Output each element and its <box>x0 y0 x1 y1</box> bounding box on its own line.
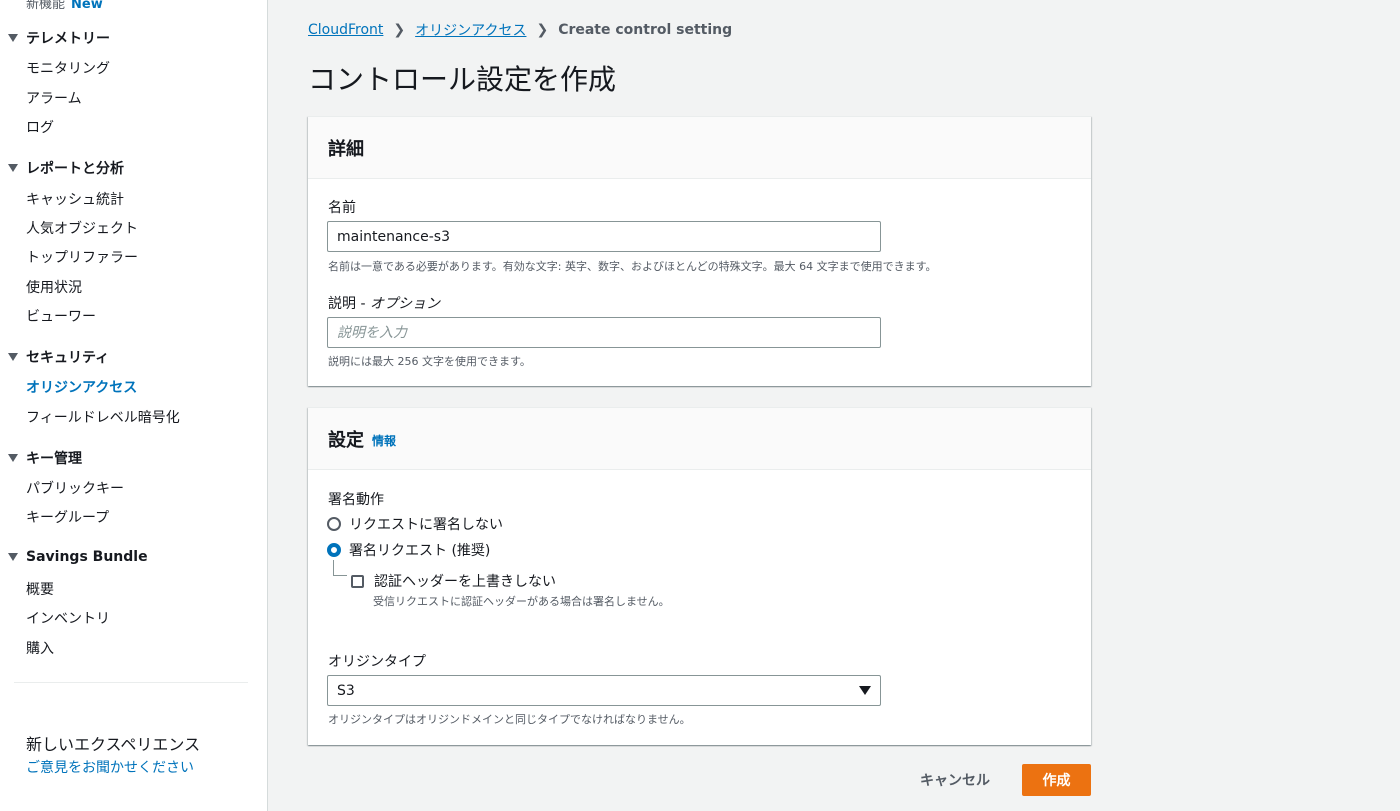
page-title: コントロール設定を作成 <box>308 63 617 96</box>
signing-behavior-label: 署名動作 <box>328 492 384 508</box>
radio-do-not-sign[interactable]: リクエストに署名しない <box>327 514 503 534</box>
details-panel-title: 詳細 <box>328 138 364 160</box>
breadcrumb-current: Create control setting <box>558 22 733 38</box>
settings-panel: 設定 情報 署名動作 リクエストに署名しない 署名リクエスト (推奨) 認証ヘッ… <box>308 407 1091 745</box>
sidebar-item-origin-access[interactable]: オリジンアクセス <box>26 377 137 397</box>
sidebar-item-monitoring[interactable]: モニタリング <box>26 58 110 78</box>
sidebar-item-logs[interactable]: ログ <box>26 117 54 137</box>
name-hint: 名前は一意である必要があります。有効な文字: 英字、数字、およびほとんどの特殊文… <box>328 260 937 273</box>
radio-label: 署名リクエスト (推奨) <box>349 543 491 559</box>
create-button[interactable]: 作成 <box>1022 764 1091 796</box>
sidebar-item-viewers[interactable]: ビューワー <box>26 306 96 326</box>
sidebar-divider <box>14 682 248 683</box>
section-title: レポートと分析 <box>26 161 124 177</box>
optional-label: オプション <box>369 296 440 312</box>
details-panel-header: 詳細 <box>308 117 1091 179</box>
section-security[interactable]: セキュリティ <box>8 347 109 367</box>
sidebar-item-alarms[interactable]: アラーム <box>26 88 82 108</box>
sidebar-item-purchase[interactable]: 購入 <box>26 638 54 658</box>
checkbox-hint: 受信リクエストに認証ヘッダーがある場合は署名しません。 <box>373 595 670 608</box>
caret-down-icon <box>8 553 18 561</box>
feedback-link[interactable]: ご意見をお聞かせください <box>26 757 194 777</box>
section-title: キー管理 <box>26 451 82 467</box>
name-label: 名前 <box>328 200 356 216</box>
new-experience-title: 新しいエクスペリエンス <box>26 735 201 754</box>
caret-down-icon <box>859 686 871 695</box>
section-title: テレメトリー <box>26 31 110 47</box>
origin-type-label: オリジンタイプ <box>328 654 426 670</box>
chevron-right-icon: ❯ <box>393 22 406 38</box>
radio-button-selected[interactable] <box>327 543 341 557</box>
radio-label: リクエストに署名しない <box>349 517 503 533</box>
checkbox-label: 認証ヘッダーを上書きしない <box>374 574 556 590</box>
description-input[interactable] <box>327 317 881 348</box>
sidebar-item-overview[interactable]: 概要 <box>26 579 54 599</box>
radio-button[interactable] <box>327 517 341 531</box>
nested-option-connector <box>333 560 347 576</box>
sidebar-item-inventory[interactable]: インベントリ <box>26 608 110 628</box>
sidebar-item-public-keys[interactable]: パブリックキー <box>26 478 124 498</box>
sidebar-item-field-level-encryption[interactable]: フィールドレベル暗号化 <box>26 407 180 427</box>
sidebar-item-top-referrers[interactable]: トップリファラー <box>26 247 138 267</box>
new-badge: New <box>71 0 103 12</box>
do-not-override-auth-header-option[interactable]: 認証ヘッダーを上書きしない <box>351 571 556 591</box>
cancel-button[interactable]: キャンセル <box>908 764 1002 796</box>
sidebar-item-popular-objects[interactable]: 人気オブジェクト <box>26 218 138 238</box>
whats-new-label: 新機能 <box>26 0 66 12</box>
sidebar-nav: 新機能 New テレメトリー モニタリング アラーム ログ レポートと分析 キャッ… <box>0 0 268 811</box>
settings-panel-title: 設定 <box>328 429 364 451</box>
section-reports[interactable]: レポートと分析 <box>8 158 124 178</box>
section-title: セキュリティ <box>26 350 110 366</box>
section-telemetry[interactable]: テレメトリー <box>8 28 110 48</box>
radio-sign-requests[interactable]: 署名リクエスト (推奨) <box>327 540 490 560</box>
caret-down-icon <box>8 34 18 42</box>
description-label-text: 説明 - <box>328 296 370 312</box>
origin-type-select[interactable]: S3 <box>327 675 881 706</box>
settings-panel-header: 設定 情報 <box>308 408 1091 470</box>
sidebar-whats-new[interactable]: 新機能 New <box>26 0 103 12</box>
sidebar-item-usage[interactable]: 使用状況 <box>26 277 82 297</box>
section-title: Savings Bundle <box>26 549 148 565</box>
section-savings-bundle[interactable]: Savings Bundle <box>8 549 148 565</box>
breadcrumb-cloudfront[interactable]: CloudFront <box>308 22 383 38</box>
description-label: 説明 - オプション <box>328 293 440 313</box>
info-link[interactable]: 情報 <box>372 432 396 449</box>
origin-type-value: S3 <box>337 682 355 699</box>
breadcrumb-origin-access[interactable]: オリジンアクセス <box>415 20 526 40</box>
caret-down-icon <box>8 353 18 361</box>
origin-type-hint: オリジンタイプはオリジンドメインと同じタイプでなければなりません。 <box>328 713 691 726</box>
caret-down-icon <box>8 164 18 172</box>
chevron-right-icon: ❯ <box>536 22 549 38</box>
sidebar-item-cache-stats[interactable]: キャッシュ統計 <box>26 189 124 209</box>
checkbox[interactable] <box>351 574 364 588</box>
name-input[interactable] <box>327 221 881 252</box>
caret-down-icon <box>8 454 18 462</box>
breadcrumb: CloudFront ❯ オリジンアクセス ❯ Create control s… <box>308 20 732 40</box>
section-key-management[interactable]: キー管理 <box>8 448 82 468</box>
description-hint: 説明には最大 256 文字を使用できます。 <box>328 355 531 368</box>
sidebar-item-key-groups[interactable]: キーグループ <box>26 507 109 527</box>
details-panel: 詳細 名前 名前は一意である必要があります。有効な文字: 英字、数字、およびほと… <box>308 116 1091 386</box>
